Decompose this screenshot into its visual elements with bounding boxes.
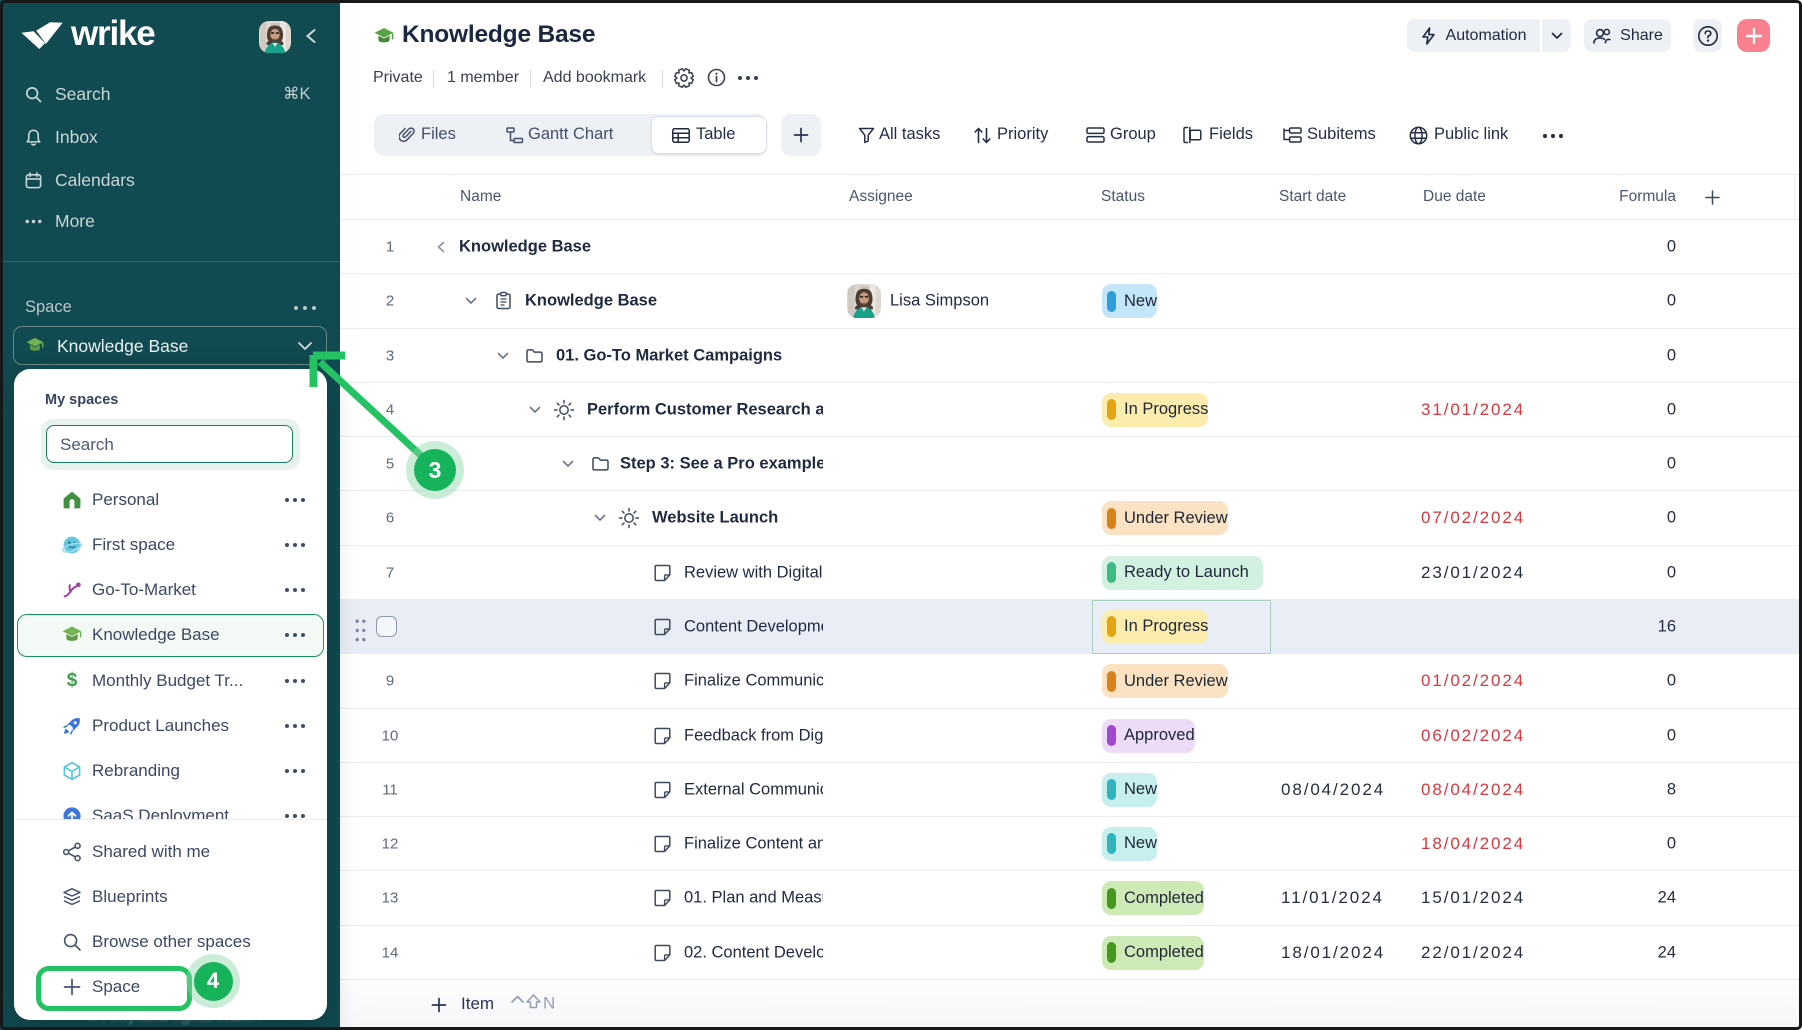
svg-text:N: N (543, 994, 555, 1013)
